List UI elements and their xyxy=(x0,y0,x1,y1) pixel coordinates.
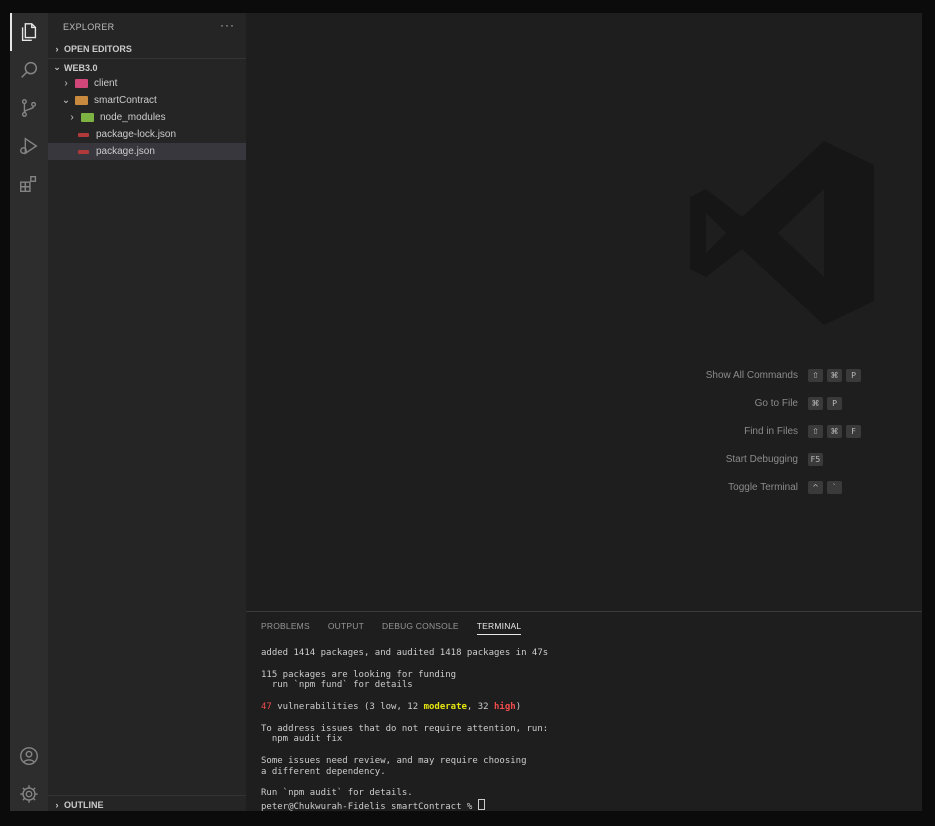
terminal-vuln-high: high xyxy=(494,701,516,712)
panel-tabs: PROBLEMS OUTPUT DEBUG CONSOLE TERMINAL xyxy=(261,621,522,635)
tree-item-package-json[interactable]: package.json xyxy=(48,143,264,160)
command-label: Find in Files xyxy=(744,426,798,437)
explorer-title: EXPLORER xyxy=(63,22,115,32)
terminal-line-run-audit: Run `npm audit` for details. xyxy=(261,788,413,799)
folder-icon xyxy=(81,113,94,122)
command-hint-find-in-files: Find in Files ⇧ ⌘ F xyxy=(246,424,922,440)
keycap: ` xyxy=(827,481,842,494)
shortcut-keys: F5 xyxy=(808,453,823,466)
terminal-line-address-1: To address issues that do not require at… xyxy=(261,723,549,734)
outline-section[interactable]: › OUTLINE xyxy=(48,795,246,811)
terminal-line-funding-1: 115 packages are looking for funding xyxy=(261,669,457,680)
tree-item-label: client xyxy=(94,78,118,89)
workspace-label: WEB3.0 xyxy=(64,62,98,73)
chevron-right-icon: › xyxy=(64,78,68,89)
command-label: Start Debugging xyxy=(725,454,798,465)
terminal-output[interactable]: added 1414 packages, and audited 1418 pa… xyxy=(261,648,548,811)
terminal-vuln-end: ) xyxy=(515,701,522,712)
activity-bar xyxy=(10,13,48,811)
terminal-cursor xyxy=(477,799,485,811)
account-icon[interactable] xyxy=(10,737,48,775)
keycap: F5 xyxy=(808,453,823,466)
workspace-section[interactable]: ⌄ WEB3.0 xyxy=(48,58,246,76)
terminal-vuln-moderate: moderate xyxy=(423,701,467,712)
shortcut-keys: ⌘ P xyxy=(808,397,842,410)
chevron-right-icon: › xyxy=(55,43,59,54)
keycap: ^ xyxy=(808,481,823,494)
tab-debug-console[interactable]: DEBUG CONSOLE xyxy=(382,621,459,635)
chevron-down-icon: ⌄ xyxy=(61,95,71,106)
extensions-icon[interactable] xyxy=(10,165,48,203)
more-actions-icon[interactable]: ··· xyxy=(220,18,235,32)
tree-item-package-lock-json[interactable]: package-lock.json xyxy=(48,126,264,143)
shortcut-keys: ⇧ ⌘ P xyxy=(808,369,861,382)
outline-label: OUTLINE xyxy=(64,799,104,810)
keycap: ⇧ xyxy=(808,425,823,438)
json-file-icon xyxy=(78,149,89,154)
source-control-icon[interactable] xyxy=(10,89,48,127)
settings-gear-icon[interactable] xyxy=(10,775,48,811)
tree-item-label: node_modules xyxy=(100,112,166,123)
editor-area: Show All Commands ⇧ ⌘ P Go to File ⌘ P Find in … xyxy=(246,13,922,611)
command-label: Go to File xyxy=(754,398,798,409)
terminal-line-review-2: a different dependency. xyxy=(261,766,386,777)
search-icon[interactable] xyxy=(10,51,48,89)
open-editors-label: OPEN EDITORS xyxy=(64,43,132,54)
tree-item-label: package.json xyxy=(96,146,155,157)
open-editors-section[interactable]: › OPEN EDITORS xyxy=(48,40,246,57)
terminal-vuln-count: 47 xyxy=(261,701,272,712)
tab-output[interactable]: OUTPUT xyxy=(328,621,364,635)
terminal-vuln-text: vulnerabilities (3 low, 12 xyxy=(271,701,424,712)
tree-item-client[interactable]: › client xyxy=(48,75,258,92)
explorer-sidebar: EXPLORER ··· › OPEN EDITORS ⌄ WEB3.0 › cl… xyxy=(48,13,264,811)
command-hint-go-to-file: Go to File ⌘ P xyxy=(246,396,922,412)
vscode-watermark-logo xyxy=(690,141,874,325)
terminal-line-funding-2: run `npm fund` for details xyxy=(261,680,413,691)
chevron-right-icon: › xyxy=(70,112,74,123)
tab-terminal[interactable]: TERMINAL xyxy=(476,621,522,635)
terminal-line-address-2: npm audit fix xyxy=(261,734,343,745)
keycap: ⌘ xyxy=(827,369,842,382)
tree-item-smartcontract[interactable]: ⌄ smartContract xyxy=(48,92,258,109)
terminal-line-review-1: Some issues need review, and may require… xyxy=(261,755,527,766)
keycap: P xyxy=(827,397,842,410)
command-hint-show-all-commands: Show All Commands ⇧ ⌘ P xyxy=(246,368,922,384)
chevron-right-icon: › xyxy=(55,799,59,810)
terminal-vuln-sep: , 32 xyxy=(466,701,495,712)
folder-icon xyxy=(75,79,88,88)
shortcut-keys: ^ ` xyxy=(808,481,842,494)
shortcut-keys: ⇧ ⌘ F xyxy=(808,425,861,438)
keycap: ⌘ xyxy=(808,397,823,410)
explorer-icon[interactable] xyxy=(10,13,48,51)
command-hint-toggle-terminal: Toggle Terminal ^ ` xyxy=(246,480,922,496)
chevron-down-icon: ⌄ xyxy=(53,62,61,72)
json-file-icon xyxy=(78,132,89,137)
tree-item-node-modules[interactable]: › node_modules xyxy=(48,109,264,126)
keycap: P xyxy=(846,369,861,382)
folder-open-icon xyxy=(75,96,88,105)
run-debug-icon[interactable] xyxy=(10,127,48,165)
tab-problems[interactable]: PROBLEMS xyxy=(261,621,310,635)
keycap: ⌘ xyxy=(827,425,842,438)
tree-item-label: smartContract xyxy=(94,95,157,106)
command-label: Show All Commands xyxy=(705,370,798,381)
terminal-line-added: added 1414 packages, and audited 1418 pa… xyxy=(261,648,549,658)
command-label: Toggle Terminal xyxy=(728,482,798,493)
bottom-panel: PROBLEMS OUTPUT DEBUG CONSOLE TERMINAL adde… xyxy=(246,611,922,811)
vscode-window: EXPLORER ··· › OPEN EDITORS ⌄ WEB3.0 › cl… xyxy=(10,13,922,811)
command-hint-start-debugging: Start Debugging F5 xyxy=(246,452,922,468)
keycap: F xyxy=(846,425,861,438)
terminal-prompt: peter@Chukwurah-Fidelis smartContract % xyxy=(261,802,478,811)
tree-item-label: package-lock.json xyxy=(96,129,177,140)
keycap: ⇧ xyxy=(808,369,823,382)
